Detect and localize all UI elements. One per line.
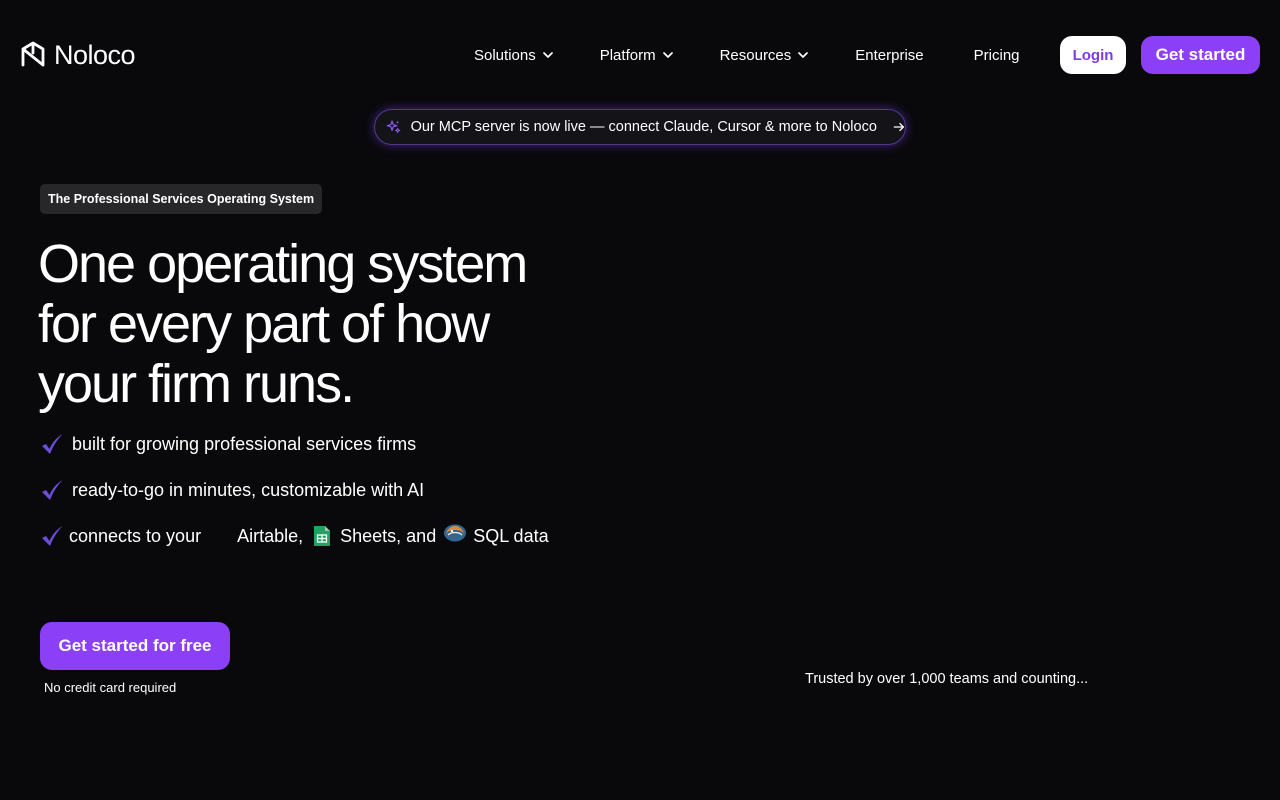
feature-item: built for growing professional services … xyxy=(40,432,416,456)
chevron-down-icon xyxy=(798,52,809,58)
hero-headline: One operating system for every part of h… xyxy=(38,234,638,414)
source-sql-label: SQL data xyxy=(473,525,549,546)
feature-item: ready-to-go in minutes, customizable wit… xyxy=(40,478,424,502)
google-sheets-icon xyxy=(314,526,331,546)
source-sheets-label: Sheets, and xyxy=(340,525,437,546)
nav-solutions-label: Solutions xyxy=(474,46,536,64)
announcement-text: Our MCP server is now live — connect Cla… xyxy=(410,119,877,135)
trusted-by-text: Trusted by over 1,000 teams and counting… xyxy=(805,671,1089,687)
logo-wordmark: Noloco xyxy=(54,39,136,70)
headline-line-2: for every part of how xyxy=(38,294,490,354)
noloco-logo[interactable]: Noloco xyxy=(20,39,136,71)
nav-pricing[interactable]: Pricing xyxy=(974,44,1020,66)
landing-page: Noloco Solutions Platform Resources Ente… xyxy=(0,0,1280,800)
no-credit-card-note: No credit card required xyxy=(44,680,177,695)
chevron-down-icon xyxy=(662,52,673,58)
nav-platform-label: Platform xyxy=(599,46,656,64)
login-button[interactable]: Login xyxy=(1060,36,1126,74)
nav-enterprise[interactable]: Enterprise xyxy=(855,44,923,66)
nav-solutions[interactable]: Solutions xyxy=(474,44,554,66)
check-icon xyxy=(42,526,63,546)
announcement-banner[interactable]: Our MCP server is now live — connect Cla… xyxy=(374,109,906,145)
nav-enterprise-label: Enterprise xyxy=(855,46,924,64)
nav-resources-label: Resources xyxy=(719,46,792,64)
feature-text: built for growing professional services … xyxy=(72,433,417,454)
get-started-button[interactable]: Get started xyxy=(1141,36,1260,74)
feature-item-connects: connects to your Airtable, Sheets, and S… xyxy=(40,524,549,548)
postgresql-icon xyxy=(444,524,467,542)
connects-prefix: connects to your xyxy=(69,525,202,546)
nav-platform[interactable]: Platform xyxy=(600,44,674,66)
source-airtable-label: Airtable, xyxy=(237,525,304,546)
headline-line-1: One operating system xyxy=(38,234,528,294)
get-started-free-button[interactable]: Get started for free xyxy=(40,622,230,670)
headline-line-3: your firm runs. xyxy=(38,354,355,414)
check-icon xyxy=(42,434,63,454)
feature-text: ready-to-go in minutes, customizable wit… xyxy=(72,479,425,500)
nav-resources[interactable]: Resources xyxy=(720,44,810,66)
nav-pricing-label: Pricing xyxy=(973,46,1020,64)
check-icon xyxy=(42,480,63,500)
site-header: Noloco Solutions Platform Resources Ente… xyxy=(0,0,1280,110)
arrow-right-icon xyxy=(893,122,904,132)
main-nav: Solutions Platform Resources Enterprise … xyxy=(474,44,1020,66)
eyebrow-badge: The Professional Services Operating Syst… xyxy=(40,184,323,214)
chevron-down-icon xyxy=(542,52,553,58)
sparkle-icon xyxy=(386,120,401,134)
noloco-logo-icon xyxy=(21,41,45,67)
